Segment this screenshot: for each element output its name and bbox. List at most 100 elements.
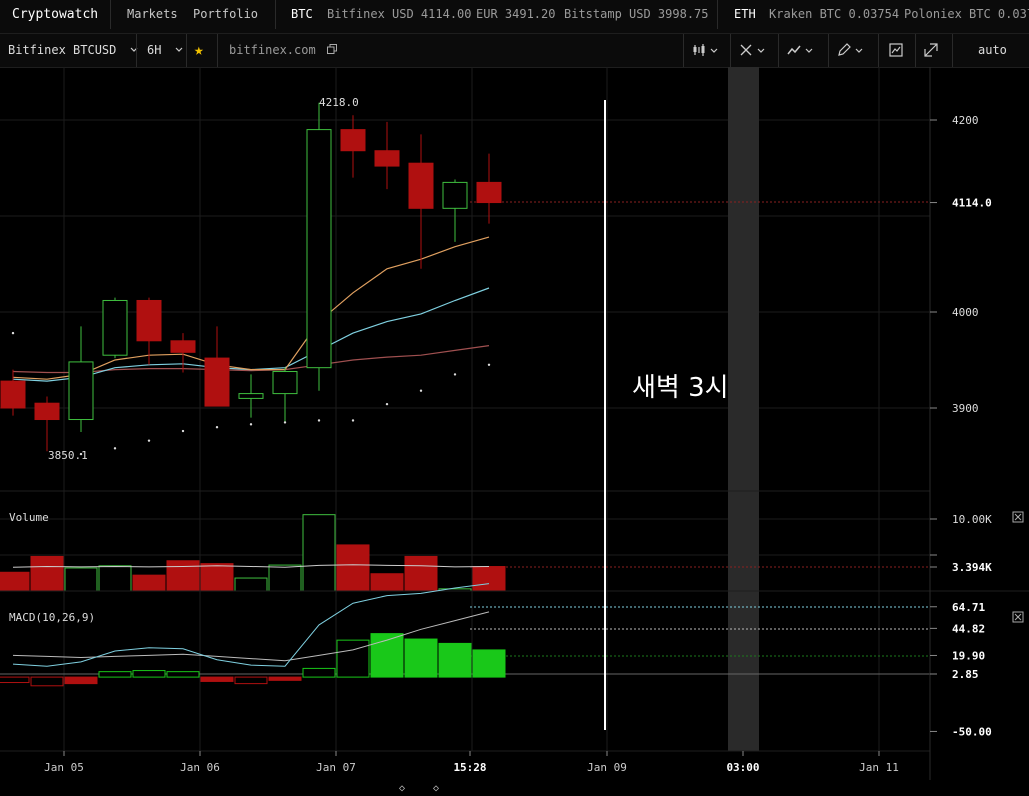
price-tick-label: 4200 xyxy=(952,114,979,127)
psar-dot xyxy=(487,363,491,366)
psar-dot xyxy=(283,421,287,424)
macd-histogram-bar xyxy=(404,638,438,678)
volume-bar xyxy=(404,555,438,592)
time-tick-label: Jan 09 xyxy=(587,761,627,774)
time-tick-label: Jan 05 xyxy=(44,761,84,774)
macd-tick-label: 2.85 xyxy=(952,668,979,681)
macd-pane[interactable]: MACD(10,26,9) xyxy=(0,583,930,687)
macd-tick-label: 44.82 xyxy=(952,622,985,635)
macd-histogram-bar xyxy=(166,671,200,678)
psar-dot xyxy=(453,373,457,376)
volume-bar xyxy=(268,564,302,592)
psar-dot xyxy=(215,426,219,429)
psar-dot xyxy=(113,447,117,450)
candle xyxy=(0,369,26,416)
psar-dot xyxy=(419,389,423,392)
macd-histogram-bar xyxy=(64,676,98,685)
close-volume-panel-button[interactable] xyxy=(1012,511,1024,523)
price-tick-label: 3900 xyxy=(952,402,979,415)
volume-bar xyxy=(64,567,98,592)
candle xyxy=(340,115,366,178)
psar-dot xyxy=(11,331,15,335)
volume-label: Volume xyxy=(9,511,49,524)
macd-tick-label: 19.90 xyxy=(952,649,985,662)
psar-dot xyxy=(385,402,389,406)
volume-bar xyxy=(30,555,64,592)
candle xyxy=(408,134,434,269)
volume-bar xyxy=(336,544,370,592)
macd-label: MACD(10,26,9) xyxy=(9,611,95,624)
ema-fast-line xyxy=(12,236,490,380)
candlestick-pane[interactable]: 4218.0 3850.1 xyxy=(0,96,930,462)
price-axis[interactable]: 3900 4000 4200 4114.0 xyxy=(930,114,992,415)
volume-axis: 10.00K 3.394K xyxy=(930,513,992,574)
high-price-label: 4218.0 xyxy=(319,96,359,109)
volume-tick-label: 10.00K xyxy=(952,513,992,526)
volume-bar xyxy=(234,577,268,592)
candle-body xyxy=(102,299,128,356)
volume-bar xyxy=(302,514,336,592)
volume-last-value: 3.394K xyxy=(952,561,992,574)
macd-histogram-bar xyxy=(472,649,506,678)
macd-histogram-bar xyxy=(268,676,302,681)
scroll-handle-right-icon[interactable]: ◇ xyxy=(433,783,439,794)
macd-histogram-bar xyxy=(200,676,234,682)
volume-bar xyxy=(166,560,200,592)
volume-bar xyxy=(472,566,506,592)
candle xyxy=(306,102,332,391)
candle xyxy=(272,367,298,423)
macd-tick-label: 64.71 xyxy=(952,601,985,614)
last-price-label: 4114.0 xyxy=(952,197,992,210)
price-tick-label: 4000 xyxy=(952,306,979,319)
price-chart[interactable]: 4218.0 3850.1 Volume MACD(10,26,9) 3900 4… xyxy=(0,0,1029,796)
candle-body xyxy=(204,357,230,407)
candle-body xyxy=(272,371,298,395)
macd-histogram-bar xyxy=(0,676,30,684)
close-icon xyxy=(1014,513,1022,521)
volume-pane[interactable]: Volume xyxy=(0,511,930,592)
psar-dot xyxy=(147,439,151,442)
time-tick-label: 15:28 xyxy=(453,761,486,774)
scroll-controls: ◇ ◇ xyxy=(0,780,1029,796)
candle-body xyxy=(408,162,434,209)
candle-body xyxy=(68,361,94,421)
candle xyxy=(442,179,468,242)
macd-histogram-bar xyxy=(438,642,472,678)
candle-body xyxy=(374,150,400,167)
close-macd-panel-button[interactable] xyxy=(1012,611,1024,623)
macd-histogram-bar xyxy=(234,676,268,685)
volume-bar xyxy=(370,573,404,592)
psar-dot xyxy=(249,423,253,426)
candles xyxy=(0,102,502,452)
time-tick-label: Jan 11 xyxy=(859,761,899,774)
time-axis[interactable]: Jan 05 Jan 06 Jan 07 15:28 Jan 09 03:00 Jan 11 xyxy=(44,751,899,774)
macd-histogram-bar xyxy=(132,670,166,678)
scroll-handle-left-icon[interactable]: ◇ xyxy=(399,783,405,794)
time-highlight-band xyxy=(728,67,759,751)
candle-body xyxy=(442,181,468,209)
macd-axis: 64.71 44.82 19.90 2.85 -50.00 xyxy=(930,601,992,738)
macd-histogram-bar xyxy=(30,676,64,687)
candle xyxy=(170,333,196,373)
candle-body xyxy=(340,129,366,152)
candle xyxy=(204,326,230,407)
psar-dot xyxy=(351,419,355,422)
macd-histogram-bar xyxy=(302,667,336,678)
time-tick-label: Jan 06 xyxy=(180,761,220,774)
candle xyxy=(34,396,60,452)
candle-body xyxy=(0,380,26,409)
time-tick-label: 03:00 xyxy=(726,761,759,774)
candle-body xyxy=(170,340,196,353)
volume-bar xyxy=(200,563,234,592)
moving-averages xyxy=(12,236,490,382)
psar-dot xyxy=(181,429,185,433)
close-icon xyxy=(1014,613,1022,621)
cursor-annotation: 새벽 3시 xyxy=(632,373,729,403)
macd-histogram-bar xyxy=(336,639,370,678)
candle-body xyxy=(476,181,502,204)
macd-histogram-bar xyxy=(98,671,132,678)
candle xyxy=(102,297,128,359)
candle xyxy=(476,153,502,224)
volume-bar xyxy=(98,565,132,592)
macd-histogram-and-lines xyxy=(0,583,506,687)
